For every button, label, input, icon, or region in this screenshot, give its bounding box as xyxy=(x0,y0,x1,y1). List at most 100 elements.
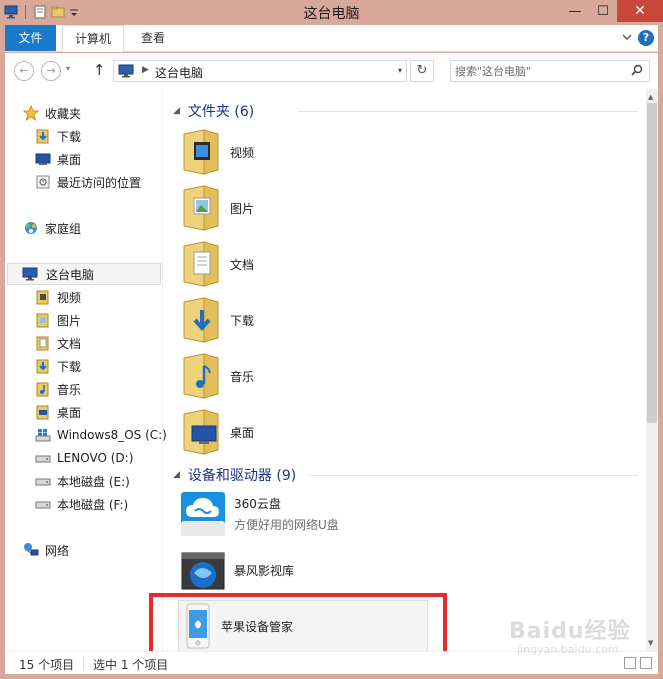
music-folder-icon xyxy=(183,353,219,399)
vertical-scrollbar[interactable]: ▲ ▼ xyxy=(646,89,658,651)
pictures-folder-icon xyxy=(183,185,219,231)
sidebar-item-drive-e[interactable]: 本地磁盘 (E:) xyxy=(35,470,130,492)
sidebar-item-label: 桌面 xyxy=(57,405,82,420)
scroll-down-arrow-icon[interactable]: ▼ xyxy=(648,639,653,647)
scrollbar-thumb[interactable] xyxy=(647,103,657,423)
sidebar-item-label: 视频 xyxy=(57,290,82,305)
collapse-triangle-icon[interactable]: ◢ xyxy=(173,106,180,116)
navigation-pane: 收藏夹 下载 桌面 最近访问的位置 家庭组 这台电脑 视频 图片 文档 下载 音… xyxy=(5,89,167,651)
desktop-folder-icon xyxy=(36,405,49,420)
sidebar-item-label: Windows8_OS (C:) xyxy=(57,428,167,442)
address-bar[interactable]: ▶ 这台电脑 ▾ xyxy=(113,60,407,82)
help-button[interactable]: ? xyxy=(638,30,654,46)
device-description: 方便好用的网络U盘 xyxy=(234,518,339,532)
sidebar-item-downloads-pc[interactable]: 下载 xyxy=(35,355,81,377)
sidebar-item-documents[interactable]: 文档 xyxy=(35,332,81,354)
sidebar-item-network[interactable]: 网络 xyxy=(23,539,69,561)
collapse-triangle-icon[interactable]: ◢ xyxy=(173,470,180,480)
folder-item-pictures[interactable]: 图片 xyxy=(180,182,254,234)
videos-folder-icon xyxy=(183,129,219,175)
sidebar-item-pictures[interactable]: 图片 xyxy=(35,309,81,331)
search-icon[interactable] xyxy=(631,64,643,79)
videos-folder-icon xyxy=(36,290,49,305)
device-item-baofeng-library[interactable]: 暴风影视库 xyxy=(180,544,294,596)
sidebar-item-label: 下载 xyxy=(57,129,82,144)
tab-computer[interactable]: 计算机 xyxy=(62,25,125,52)
group-header-label: 设备和驱动器 (9) xyxy=(187,468,297,484)
hard-drive-icon xyxy=(35,501,51,509)
desktop-folder-icon xyxy=(183,409,219,455)
folder-label: 文档 xyxy=(230,257,255,272)
sidebar-item-label: 本地磁盘 (F:) xyxy=(57,497,129,512)
sidebar-item-downloads[interactable]: 下载 xyxy=(35,125,81,147)
windows-drive-icon xyxy=(35,429,51,442)
sidebar-item-label: LENOVO (D:) xyxy=(57,451,134,465)
sidebar-item-recent-places[interactable]: 最近访问的位置 xyxy=(35,171,141,193)
sidebar-item-label: 音乐 xyxy=(57,382,82,397)
device-text: 360云盘 方便好用的网络U盘 xyxy=(234,495,339,533)
refresh-button[interactable]: ↻ xyxy=(410,60,434,82)
item-count: 15 个项目 xyxy=(19,658,75,672)
folder-label: 音乐 xyxy=(230,369,255,384)
sidebar-item-desktop[interactable]: 桌面 xyxy=(35,148,81,170)
sidebar-item-drive-d[interactable]: LENOVO (D:) xyxy=(35,447,133,469)
downloads-folder-icon xyxy=(36,359,49,374)
folder-item-videos[interactable]: 视频 xyxy=(180,126,254,178)
sidebar-item-label: 网络 xyxy=(45,543,70,558)
network-icon xyxy=(24,543,39,556)
scroll-up-arrow-icon[interactable]: ▲ xyxy=(648,93,653,101)
sidebar-item-desktop-pc[interactable]: 桌面 xyxy=(35,401,81,423)
close-button[interactable]: ✕ xyxy=(617,0,663,22)
content-pane: ◢ 文件夹 (6) 视频 图片 文档 下载 音乐 桌面 ◢ 设备和驱动器 (9)… xyxy=(168,89,646,652)
search-box[interactable] xyxy=(450,60,650,82)
recent-places-icon xyxy=(36,175,50,189)
sidebar-item-music[interactable]: 音乐 xyxy=(35,378,81,400)
folder-item-desktop[interactable]: 桌面 xyxy=(180,406,254,458)
sidebar-item-label: 本地磁盘 (E:) xyxy=(57,474,130,489)
music-folder-icon xyxy=(36,382,49,397)
folder-item-documents[interactable]: 文档 xyxy=(180,238,254,290)
forward-button[interactable]: → xyxy=(41,61,61,81)
recent-locations-button[interactable]: ▾ xyxy=(66,64,70,73)
main-panes: 收藏夹 下载 桌面 最近访问的位置 家庭组 这台电脑 视频 图片 文档 下载 音… xyxy=(5,89,658,652)
sidebar-item-label: 收藏夹 xyxy=(45,106,82,121)
folder-item-music[interactable]: 音乐 xyxy=(180,350,254,402)
tab-view[interactable]: 查看 xyxy=(129,25,177,51)
maximize-button[interactable]: ☐ xyxy=(589,0,617,22)
ribbon-right-controls: ? xyxy=(622,30,654,46)
sidebar-item-homegroup[interactable]: 家庭组 xyxy=(23,217,81,239)
breadcrumb-separator-icon[interactable]: ▶ xyxy=(142,65,149,75)
minimize-button[interactable]: — xyxy=(561,0,589,22)
chevron-down-icon[interactable] xyxy=(622,33,632,44)
sidebar-item-drive-c[interactable]: Windows8_OS (C:) xyxy=(35,424,167,446)
title-bar: 这台电脑 — ☐ ✕ xyxy=(0,0,663,24)
group-header-devices[interactable]: ◢ 设备和驱动器 (9) xyxy=(173,464,296,486)
search-input[interactable] xyxy=(455,63,625,79)
sidebar-item-label: 图片 xyxy=(57,313,82,328)
sidebar-item-label: 桌面 xyxy=(57,152,82,167)
sidebar-item-this-pc[interactable]: 这台电脑 xyxy=(7,263,161,285)
back-button[interactable]: ← xyxy=(14,61,34,81)
breadcrumb-this-pc[interactable]: 这台电脑 xyxy=(155,64,203,81)
sidebar-item-favorites[interactable]: 收藏夹 xyxy=(23,102,81,124)
documents-folder-icon xyxy=(183,241,219,287)
watermark-text: Baidu经验 xyxy=(509,619,631,644)
status-divider xyxy=(83,657,84,670)
group-header-folders[interactable]: ◢ 文件夹 (6) xyxy=(173,100,254,122)
watermark-url: jingyan.baidu.com xyxy=(517,643,619,656)
computer-icon xyxy=(118,64,136,81)
device-name: 暴风影视库 xyxy=(234,563,295,578)
sidebar-item-videos[interactable]: 视频 xyxy=(35,286,81,308)
tab-file[interactable]: 文件 xyxy=(5,25,56,51)
sidebar-item-label: 这台电脑 xyxy=(46,267,95,282)
folder-label: 桌面 xyxy=(230,425,255,440)
desktop-icon xyxy=(35,153,51,165)
address-dropdown-button[interactable]: ▾ xyxy=(398,66,402,75)
device-name: 360云盘 xyxy=(234,497,281,511)
device-item-360-cloud[interactable]: 360云盘 方便好用的网络U盘 xyxy=(180,488,339,540)
sidebar-item-drive-f[interactable]: 本地磁盘 (F:) xyxy=(35,493,128,515)
group-header-label: 文件夹 (6) xyxy=(187,104,255,120)
folder-item-downloads[interactable]: 下载 xyxy=(180,294,254,346)
up-button[interactable]: ↑ xyxy=(93,61,106,79)
baidu-watermark: Baidu经验 jingyan.baidu.com xyxy=(505,605,645,665)
